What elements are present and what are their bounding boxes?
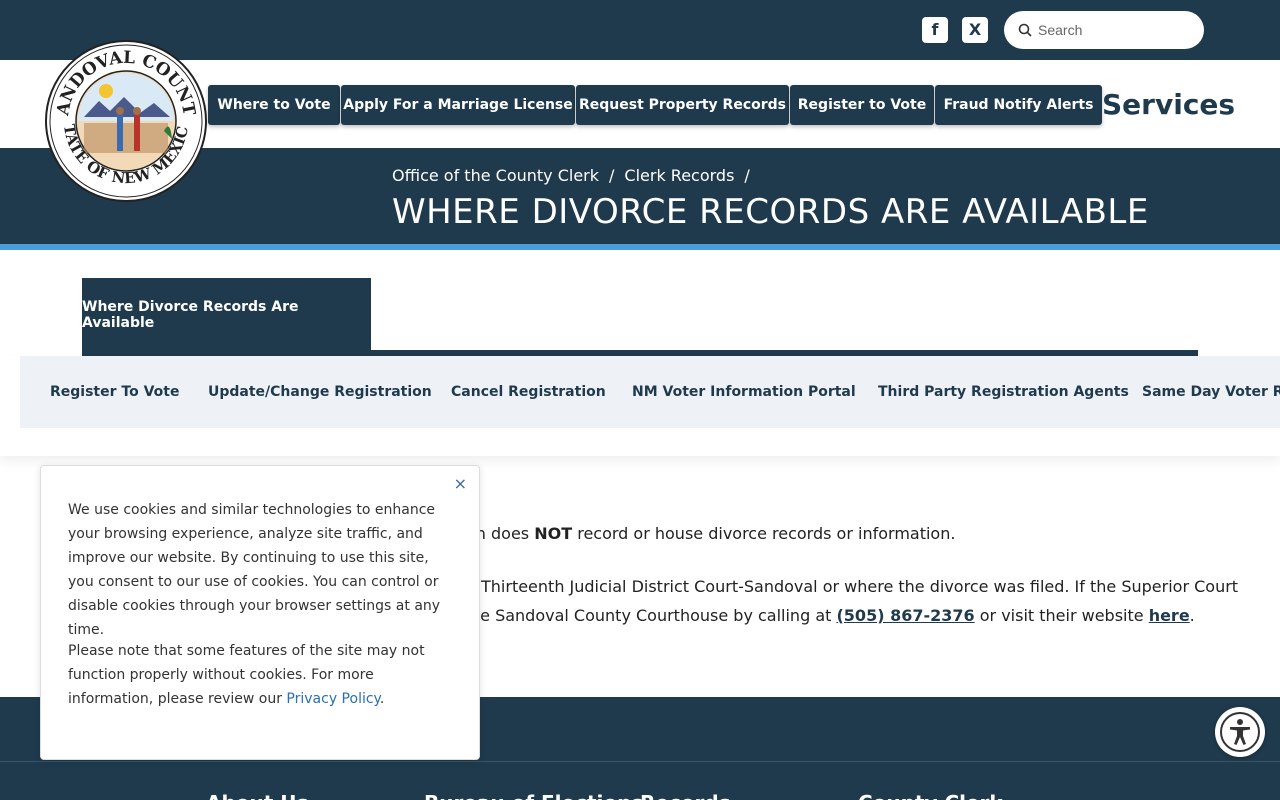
search-input[interactable]	[1038, 22, 1188, 38]
page-title: WHERE DIVORCE RECORDS ARE AVAILABLE	[392, 192, 1149, 232]
close-icon[interactable]: ×	[454, 474, 467, 493]
footer-bureau-elections[interactable]: Bureau of Elections	[424, 791, 643, 800]
content-text: he Sandoval County Courthouse by calling…	[470, 606, 837, 625]
breadcrumb-separator: /	[609, 166, 615, 185]
cookie-text-1: We use cookies and similar technologies …	[68, 502, 441, 638]
facebook-icon[interactable]: f	[922, 17, 948, 43]
subnav-third-party-agents[interactable]: Third Party Registration Agents	[878, 384, 1129, 400]
nav-marriage-license[interactable]: Apply For a Marriage License	[341, 85, 575, 125]
content-paragraph-3: he Sandoval County Courthouse by calling…	[470, 606, 1195, 625]
website-link[interactable]: here	[1149, 606, 1190, 625]
subnav-register-to-vote[interactable]: Register To Vote	[50, 384, 179, 400]
accessibility-figure-icon	[1220, 712, 1260, 752]
nav-fraud-alerts[interactable]: Fraud Notify Alerts	[935, 85, 1102, 125]
nav-property-records[interactable]: Request Property Records	[576, 85, 789, 125]
services-menu[interactable]: Services	[1102, 88, 1235, 121]
subnav-same-day-registration[interactable]: Same Day Voter Registration	[1142, 384, 1280, 400]
footer-divider	[0, 761, 1280, 762]
content-emphasis: NOT	[534, 524, 573, 543]
facebook-glyph: f	[931, 20, 939, 39]
footer-county-clerk[interactable]: County Clerk	[858, 791, 1003, 800]
footer-records[interactable]: Records	[640, 791, 731, 800]
x-icon[interactable]: X	[962, 17, 988, 43]
search-box[interactable]	[1004, 11, 1204, 49]
cookie-text: .	[379, 691, 385, 707]
accessibility-icon[interactable]	[1215, 707, 1265, 757]
breadcrumb-county-clerk[interactable]: Office of the County Clerk	[392, 166, 599, 185]
x-glyph: X	[968, 20, 982, 39]
subnav-update-registration[interactable]: Update/Change Registration	[208, 384, 432, 400]
content-text: or visit their website	[974, 606, 1149, 625]
phone-link[interactable]: (505) 867-2376	[836, 606, 974, 625]
content-text: record or house divorce records or infor…	[572, 524, 956, 543]
search-icon	[1018, 23, 1032, 37]
cookie-text-2: Please note that some features of the si…	[68, 639, 458, 711]
subnav-cancel-registration[interactable]: Cancel Registration	[451, 384, 606, 400]
seal-logo[interactable]: SANDOVAL COUNTY STATE OF NEW MEXICO	[44, 39, 208, 203]
hero-accent-stripe	[0, 244, 1280, 250]
content-paragraph-2: Thirteenth Judicial District Court-Sando…	[481, 577, 1239, 596]
cookie-banner: × We use cookies and similar technologie…	[40, 465, 480, 760]
privacy-policy-link[interactable]: Privacy Policy	[286, 691, 379, 707]
content-paragraph-1: on does NOT record or house divorce reco…	[466, 524, 955, 543]
breadcrumb-clerk-records[interactable]: Clerk Records	[624, 166, 734, 185]
tab-divorce-records[interactable]: Where Divorce Records Are Available	[82, 278, 371, 352]
breadcrumb: Office of the County Clerk / Clerk Records…	[392, 166, 760, 185]
content-text: .	[1189, 606, 1195, 625]
subnav-bar: Register To Vote Update/Change Registrat…	[20, 356, 1280, 428]
subnav-voter-portal[interactable]: NM Voter Information Portal	[632, 384, 856, 400]
breadcrumb-separator: /	[744, 166, 750, 185]
footer-about-us[interactable]: About Us	[206, 791, 308, 800]
nav-where-to-vote[interactable]: Where to Vote	[208, 85, 340, 125]
nav-register-to-vote[interactable]: Register to Vote	[790, 85, 934, 125]
